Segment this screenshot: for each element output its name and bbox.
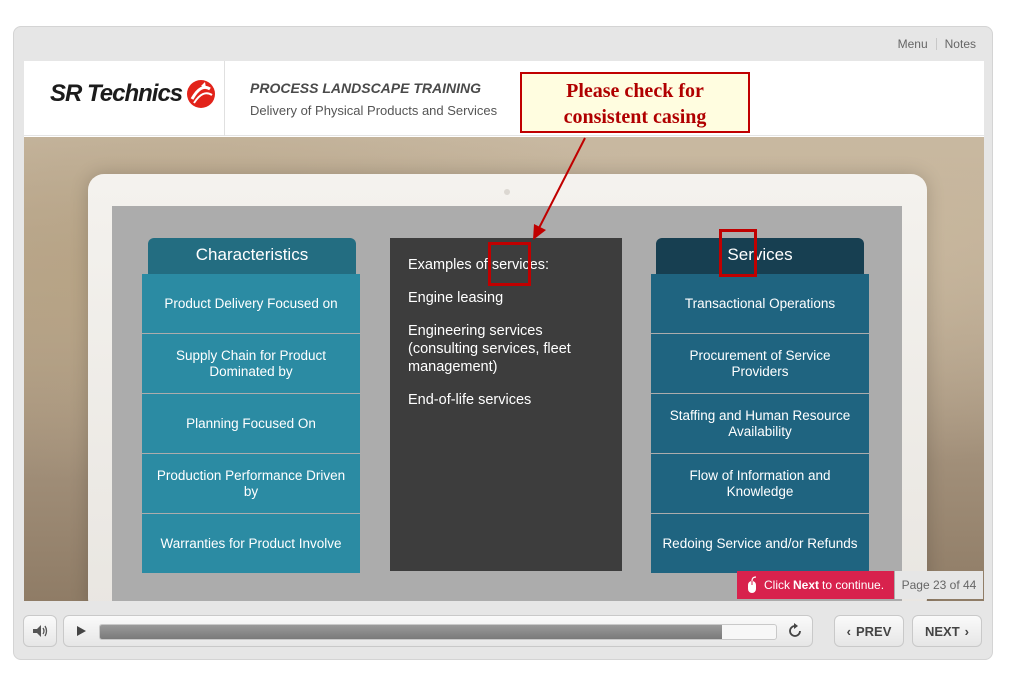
service-item: Flow of Information and Knowledge [651, 454, 869, 513]
next-button[interactable]: NEXT › [912, 615, 982, 647]
service-item: Redoing Service and/or Refunds [651, 514, 869, 573]
seekbar-track[interactable] [99, 624, 777, 640]
annotation-line: consistent casing [563, 106, 707, 128]
chevron-right-icon: › [964, 623, 969, 639]
seekbar-progress [100, 625, 722, 639]
slide-header: SR Technics PROCESS LANDSCAPE TRAINING D… [24, 61, 984, 136]
characteristics-header-label: Characteristics [195, 245, 309, 264]
annotation-callout: Please check for consistent casing [520, 72, 750, 133]
annotation-highlight-box [719, 229, 757, 277]
play-button[interactable] [68, 618, 94, 644]
volume-button[interactable] [23, 615, 57, 647]
example-item: Engine leasing [408, 290, 504, 306]
chevron-left-icon: ‹ [846, 623, 851, 639]
monitor-frame: Characteristics Product Delivery Focused… [88, 174, 927, 601]
speaker-icon [33, 625, 48, 637]
replay-button[interactable] [782, 618, 808, 644]
characteristic-item: Production Performance Driven by [142, 454, 360, 513]
nav-divider [935, 38, 937, 50]
page-indicator: Page 23 of 44 [895, 571, 983, 599]
header-divider [224, 61, 225, 136]
characteristic-item: Supply Chain for Product Dominated by [142, 334, 360, 393]
service-item: Transactional Operations [651, 274, 869, 333]
continue-prefix: Click [764, 578, 790, 592]
example-item: Engineering services (consulting service… [408, 323, 571, 375]
characteristic-item: Warranties for Product Involve [142, 514, 360, 573]
player-controls: ‹ PREV NEXT › [13, 612, 993, 652]
top-nav: Menu Notes [898, 37, 976, 51]
mouse-icon [748, 576, 757, 593]
characteristic-item: Product Delivery Focused on [142, 274, 360, 333]
seekbar-container [63, 615, 813, 647]
service-item: Staffing and Human Resource Availability [651, 394, 869, 453]
next-label: NEXT [924, 623, 960, 639]
prev-label: PREV [855, 623, 892, 639]
service-item: Procurement of Service Providers [651, 334, 869, 393]
annotation-highlight-box [488, 242, 531, 286]
continue-prompt: Click Next to continue. [737, 571, 894, 599]
player-frame: Menu Notes SR Technics PROCESS LANDSCAPE… [13, 26, 993, 660]
company-logo: SR Technics [50, 79, 216, 109]
replay-icon [789, 623, 801, 637]
monitor-camera [504, 189, 510, 195]
annotation-line: Please check for [566, 80, 704, 102]
examples-panel: Examples of services: Engine leasing Eng… [390, 238, 622, 571]
logo-text: SR Technics [50, 80, 183, 107]
prev-button[interactable]: ‹ PREV [834, 615, 904, 647]
course-title: PROCESS LANDSCAPE TRAINING [250, 80, 482, 96]
logo-globe-icon [187, 80, 216, 108]
services-header: Services [656, 238, 864, 282]
example-item: End-of-life services [408, 392, 532, 408]
course-subtitle: Delivery of Physical Products and Servic… [250, 103, 498, 118]
characteristics-header: Characteristics [148, 238, 356, 282]
continue-suffix: to continue. [822, 578, 885, 592]
slide: SR Technics PROCESS LANDSCAPE TRAINING D… [24, 61, 984, 601]
notes-link[interactable]: Notes [945, 37, 976, 51]
characteristic-item: Planning Focused On [142, 394, 360, 453]
play-icon [77, 626, 86, 636]
continue-next-word: Next [793, 578, 820, 592]
menu-link[interactable]: Menu [898, 37, 928, 51]
